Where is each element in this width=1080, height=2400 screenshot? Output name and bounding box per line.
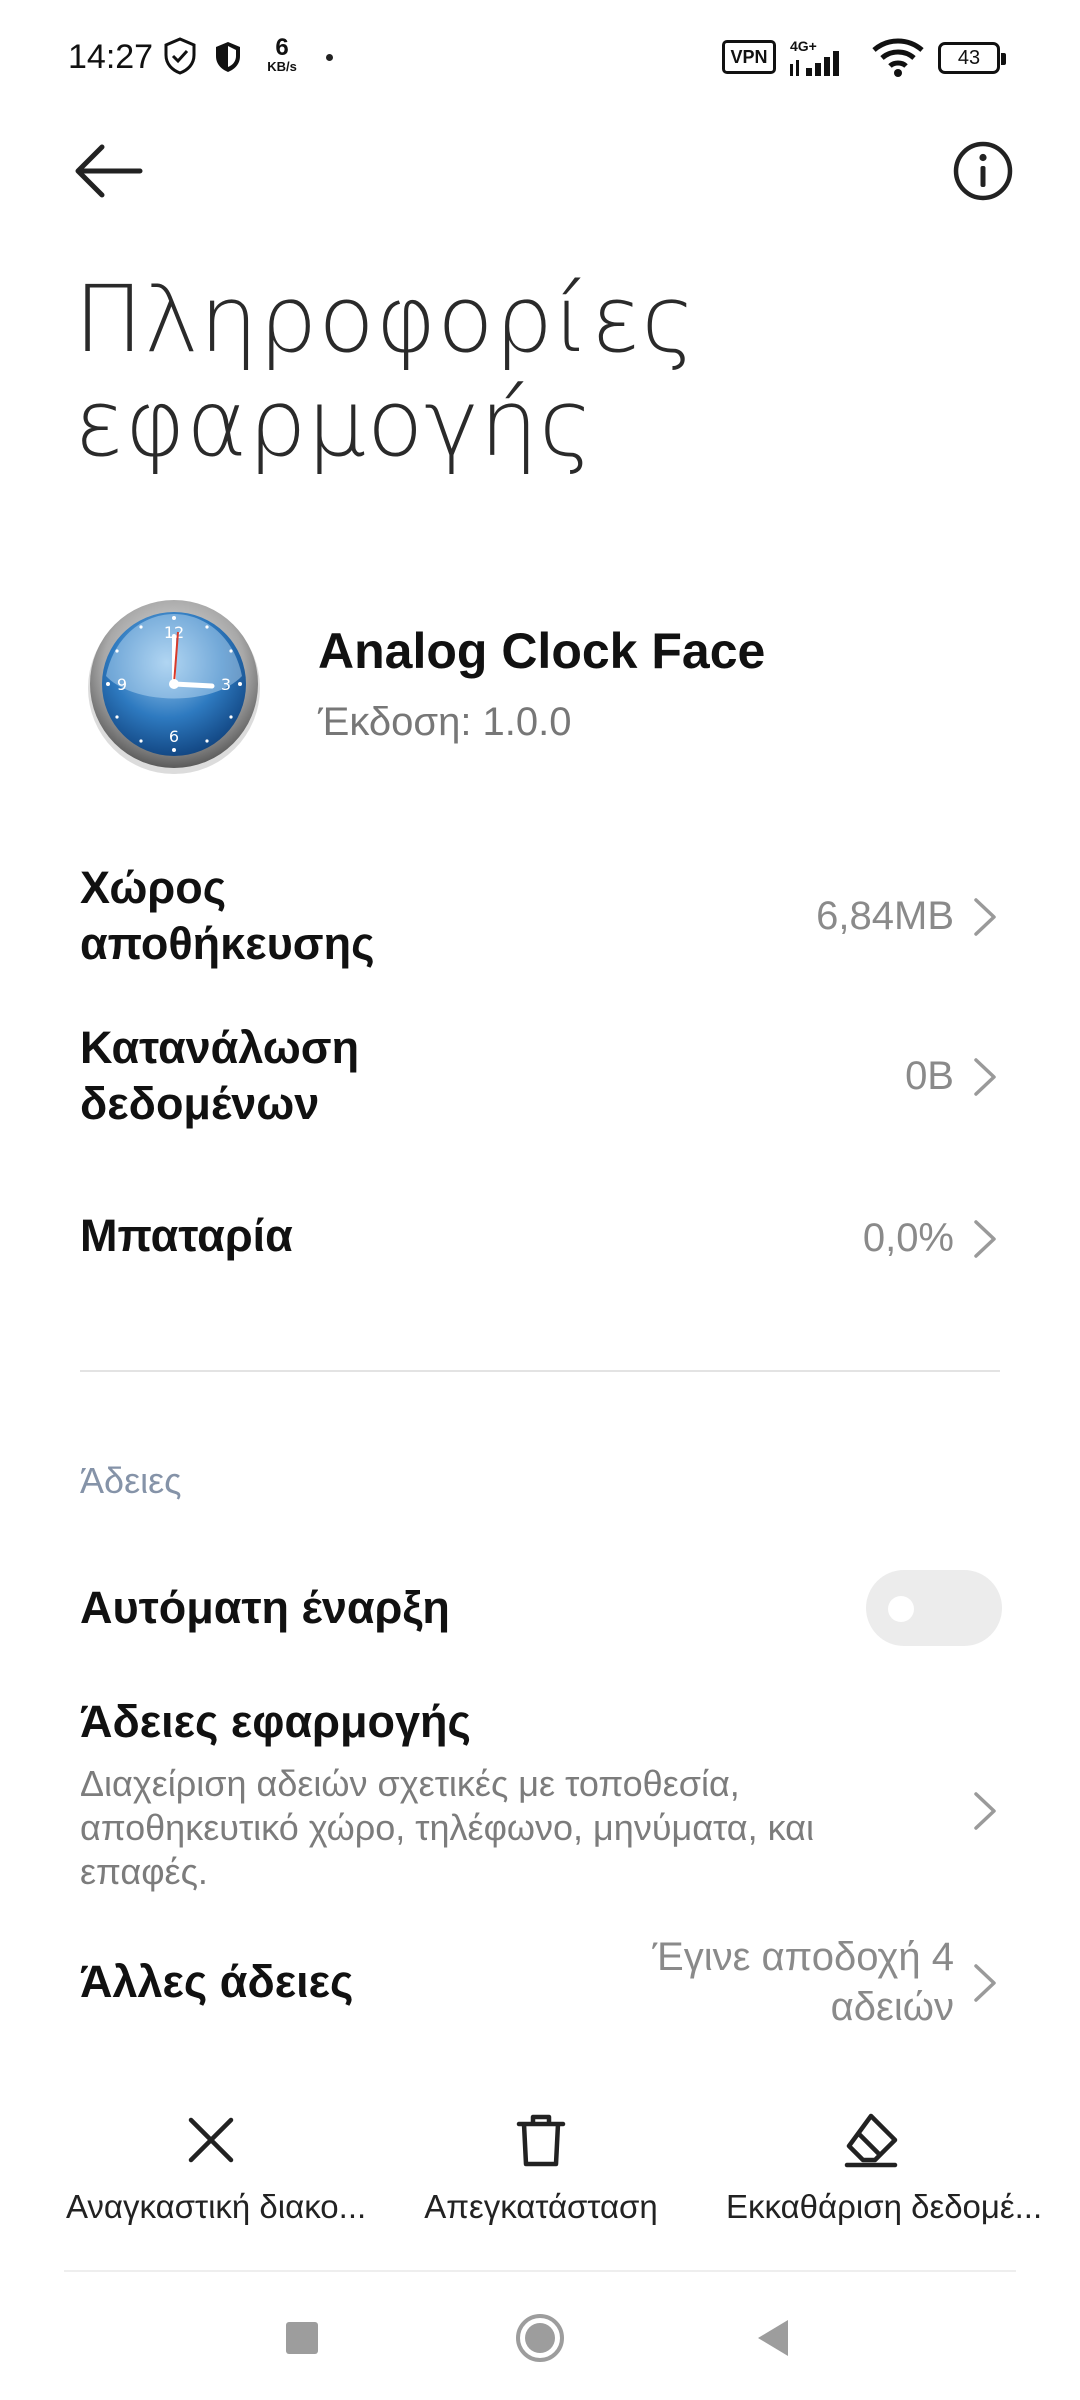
other-permissions-label: Άλλες άδειες	[80, 1956, 354, 2007]
svg-text:9: 9	[117, 675, 127, 694]
chevron-right-icon	[974, 1964, 996, 2002]
data-usage-label: Κατανάλωση δεδομένων	[80, 1022, 360, 1129]
battery-value: 0,0%	[862, 1216, 954, 1260]
home-circle-icon[interactable]	[514, 2312, 566, 2364]
wifi-icon	[872, 38, 924, 77]
eraser-icon	[844, 2113, 898, 2168]
storage-label: Χώρος αποθήκευσης	[80, 862, 375, 969]
status-bar: 14:27 6 KB/s VPN 4G+ 43	[0, 0, 1080, 120]
chevron-right-icon	[974, 1220, 996, 1258]
svg-text:6: 6	[169, 727, 179, 746]
storage-row[interactable]: Χώρος αποθήκευσης 6,84MB	[80, 858, 1000, 976]
uninstall-label: Απεγκατάσταση	[424, 2188, 658, 2225]
uninstall-button[interactable]: Απεγκατάσταση	[396, 2110, 686, 2226]
network-speed: 6 KB/s	[267, 34, 297, 74]
chevron-right-icon	[974, 1058, 996, 1096]
app-clock-icon: 12 3 6 9	[88, 600, 260, 774]
app-permissions-label: Άδειες εφαρμογής	[80, 1696, 471, 1747]
other-permissions-row[interactable]: Άλλες άδειες Έγινε αποδοχή 4 αδειών	[80, 1932, 1000, 2032]
notification-dot	[326, 54, 333, 61]
battery-row[interactable]: Μπαταρία 0,0%	[80, 1204, 1000, 1274]
back-triangle-icon[interactable]	[752, 2316, 796, 2360]
trash-icon	[516, 2114, 566, 2167]
recents-square-icon[interactable]	[282, 2318, 322, 2358]
clear-data-label: Εκκαθάριση δεδομέ...	[726, 2188, 1043, 2225]
vpn-badge: VPN	[722, 40, 776, 74]
autostart-row[interactable]: Αυτόματη έναρξη	[80, 1580, 1000, 1640]
app-name: Analog Clock Face	[318, 623, 766, 679]
clear-data-button[interactable]: Εκκαθάριση δεδομέ...	[726, 2110, 1043, 2226]
autostart-label: Αυτόματη έναρξη	[80, 1582, 450, 1633]
data-usage-value: 0B	[905, 1054, 954, 1098]
signal-icon	[790, 51, 839, 76]
shield-check-icon	[164, 37, 196, 75]
back-arrow-icon[interactable]	[70, 136, 150, 206]
svg-text:3: 3	[221, 675, 231, 694]
force-stop-button[interactable]: Αναγκαστική διακο...	[66, 2110, 367, 2226]
status-time: 14:27	[68, 38, 154, 76]
app-version: Έκδοση: 1.0.0	[318, 700, 572, 744]
section-divider	[80, 1370, 1000, 1372]
page-title: Πληροφορίες εφαρμογής	[74, 266, 697, 477]
info-icon[interactable]	[952, 140, 1014, 202]
toggle-knob	[888, 1596, 914, 1622]
data-usage-row[interactable]: Κατανάλωση δεδομένων 0B	[80, 1018, 1000, 1136]
shield-icon	[216, 42, 240, 72]
chevron-right-icon	[974, 1792, 996, 1830]
other-permissions-value: Έγινε αποδοχή 4 αδειών	[652, 1935, 954, 2029]
autostart-toggle[interactable]	[866, 1570, 1002, 1646]
app-permissions-description: Διαχείριση αδειών σχετικές με τοποθεσία,…	[80, 1763, 814, 1892]
permissions-section-header: Άδειες	[80, 1460, 182, 1501]
chevron-right-icon	[974, 898, 996, 936]
bottom-divider	[64, 2270, 1016, 2272]
close-icon	[188, 2117, 234, 2163]
battery-indicator: 43	[938, 42, 1006, 74]
storage-value: 6,84MB	[816, 894, 954, 938]
battery-label: Μπαταρία	[80, 1210, 293, 1261]
force-stop-label: Αναγκαστική διακο...	[66, 2188, 367, 2225]
